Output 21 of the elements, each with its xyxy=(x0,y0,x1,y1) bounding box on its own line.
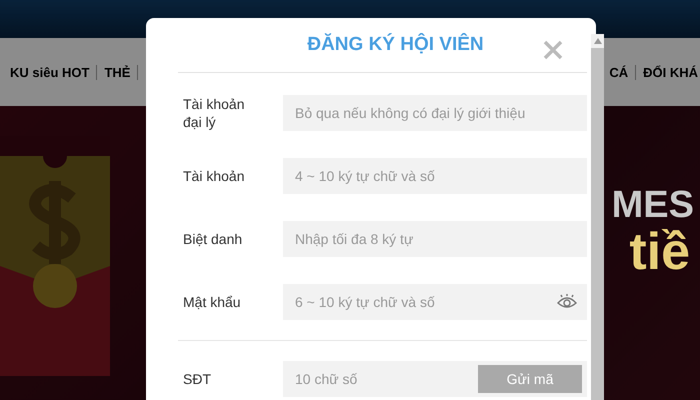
field-label: Tài khoản đại lý xyxy=(183,95,246,131)
input-field[interactable]: 6 ~ 10 ký tự chữ và số xyxy=(283,284,587,320)
input-field[interactable]: Nhập tối đa 8 ký tự xyxy=(283,221,587,257)
input-field[interactable]: 10 chữ số xyxy=(293,370,478,388)
input-field[interactable]: Nhập tối đa 8 ký tự xyxy=(293,230,582,248)
input-field[interactable]: 6 ~ 10 ký tự chữ và số xyxy=(293,293,556,311)
input-field[interactable]: Bỏ qua nếu không có đại lý giới thiệu xyxy=(283,95,587,131)
nav-link[interactable]: ĐỔI KHÁ xyxy=(636,64,700,80)
input-field[interactable]: 4 ~ 10 ký tự chữ và số xyxy=(293,167,582,185)
banner-subline: tiề xyxy=(629,224,690,282)
close-icon[interactable] xyxy=(543,40,563,60)
field-label: Biệt danh xyxy=(183,230,244,248)
field-label: Mật khẩu xyxy=(183,293,242,311)
nav-link[interactable]: KU siêu HOT xyxy=(10,64,98,80)
dialog-title: ĐĂNG KÝ HỘI VIÊN xyxy=(306,34,484,56)
input-field[interactable]: 4 ~ 10 ký tự chữ và số xyxy=(283,158,587,194)
field-label: SĐT xyxy=(183,370,212,388)
field-label: Tài khoản xyxy=(183,167,246,185)
banner-headline: MES xyxy=(612,186,694,224)
input-field[interactable]: Bỏ qua nếu không có đại lý giới thiệu xyxy=(293,104,582,122)
nav-link[interactable]: THẺ xyxy=(97,64,138,80)
